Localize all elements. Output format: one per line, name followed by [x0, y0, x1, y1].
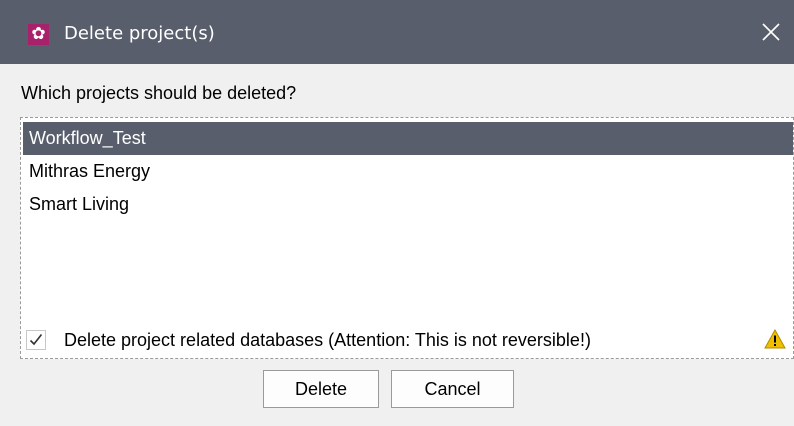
prompt-label: Which projects should be deleted?	[21, 83, 297, 103]
delete-button[interactable]: Delete	[263, 370, 379, 408]
gear-icon: ✿	[28, 24, 49, 45]
delete-databases-label: Delete project related databases (Attent…	[64, 330, 591, 350]
dialog-content: Which projects should be deleted? Workfl…	[0, 64, 794, 426]
project-list[interactable]: Workflow_Test Mithras Energy Smart Livin…	[20, 117, 794, 359]
checkmark-icon	[29, 334, 43, 346]
close-icon	[762, 23, 780, 41]
delete-databases-checkbox[interactable]	[26, 330, 46, 350]
project-list-item[interactable]: Smart Living	[23, 188, 793, 221]
delete-databases-option: Delete project related databases (Attent…	[22, 326, 794, 356]
delete-projects-dialog: ✿ Delete project(s) Which projects shoul…	[0, 0, 794, 426]
project-list-item[interactable]: Mithras Energy	[23, 155, 793, 188]
close-button[interactable]	[748, 0, 794, 64]
cancel-button[interactable]: Cancel	[391, 370, 514, 408]
project-list-item[interactable]: Workflow_Test	[23, 122, 793, 155]
title-bar: ✿ Delete project(s)	[0, 0, 794, 64]
dialog-title: Delete project(s)	[64, 23, 215, 44]
warning-icon	[764, 329, 786, 349]
